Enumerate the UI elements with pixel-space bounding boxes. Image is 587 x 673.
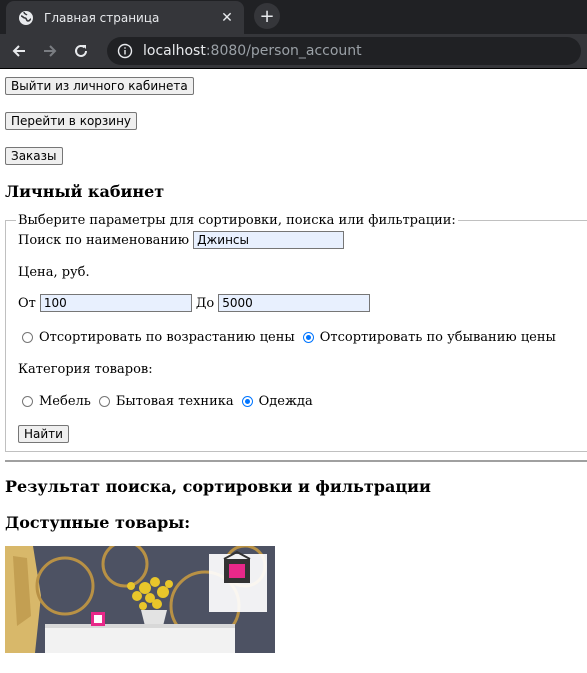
page-title: Личный кабинет bbox=[5, 182, 165, 201]
page-content: Выйти из личного кабинета Перейти в корз… bbox=[0, 69, 587, 653]
browser-tab[interactable]: Главная страница ✕ bbox=[6, 1, 244, 34]
new-tab-icon[interactable]: + bbox=[254, 3, 280, 29]
category-appliances-radio[interactable] bbox=[98, 395, 110, 407]
divider bbox=[5, 460, 587, 462]
available-products-title: Доступные товары: bbox=[5, 513, 191, 532]
cart-button[interactable]: Перейти в корзину bbox=[5, 112, 138, 130]
find-button[interactable]: Найти bbox=[18, 425, 69, 443]
category-clothing-label: Одежда bbox=[258, 393, 313, 409]
price-to-input[interactable] bbox=[218, 294, 371, 312]
reload-icon[interactable] bbox=[68, 38, 94, 64]
globe-icon bbox=[19, 10, 33, 25]
search-label: Поиск по наименованию bbox=[18, 232, 190, 248]
product-photo bbox=[5, 546, 275, 653]
filter-form: Выберите параметры для сортировки, поиск… bbox=[5, 213, 587, 452]
results-title: Результат поиска, сортировки и фильтраци… bbox=[5, 477, 431, 496]
browser-tabstrip: Главная страница ✕ + bbox=[0, 0, 587, 34]
category-appliances-label: Бытовая техника bbox=[115, 393, 234, 409]
logout-button[interactable]: Выйти из личного кабинета bbox=[5, 77, 194, 95]
search-input[interactable] bbox=[193, 231, 345, 249]
info-icon[interactable] bbox=[117, 43, 133, 59]
browser-toolbar: localhost:8080/person_account bbox=[0, 34, 587, 69]
url-host: localhost bbox=[143, 43, 206, 59]
price-from-label: От bbox=[18, 295, 36, 311]
tab-title: Главная страница bbox=[44, 10, 160, 25]
address-bar[interactable]: localhost:8080/person_account bbox=[107, 37, 581, 65]
sort-asc-radio[interactable] bbox=[22, 331, 33, 343]
back-arrow-icon[interactable] bbox=[6, 38, 32, 64]
url-path: :8080/person_account bbox=[205, 43, 362, 59]
product-image[interactable] bbox=[5, 546, 275, 653]
category-furniture-label: Мебель bbox=[39, 393, 91, 409]
category-clothing-radio[interactable] bbox=[241, 395, 253, 407]
category-furniture-radio[interactable] bbox=[22, 395, 33, 407]
orders-button[interactable]: Заказы bbox=[5, 147, 63, 165]
sort-asc-label: Отсортировать по возрастанию цены bbox=[39, 329, 295, 345]
filter-legend: Выберите параметры для сортировки, поиск… bbox=[18, 213, 456, 228]
category-label: Категория товаров: bbox=[18, 361, 153, 377]
price-label: Цена, руб. bbox=[18, 264, 90, 280]
sort-desc-label: Отсортировать по убыванию цены bbox=[319, 329, 556, 345]
sort-desc-radio[interactable] bbox=[302, 331, 314, 343]
price-to-label: До bbox=[195, 295, 215, 311]
close-tab-icon[interactable]: ✕ bbox=[218, 9, 236, 27]
forward-arrow-icon[interactable] bbox=[37, 38, 63, 64]
price-from-input[interactable] bbox=[39, 294, 192, 312]
